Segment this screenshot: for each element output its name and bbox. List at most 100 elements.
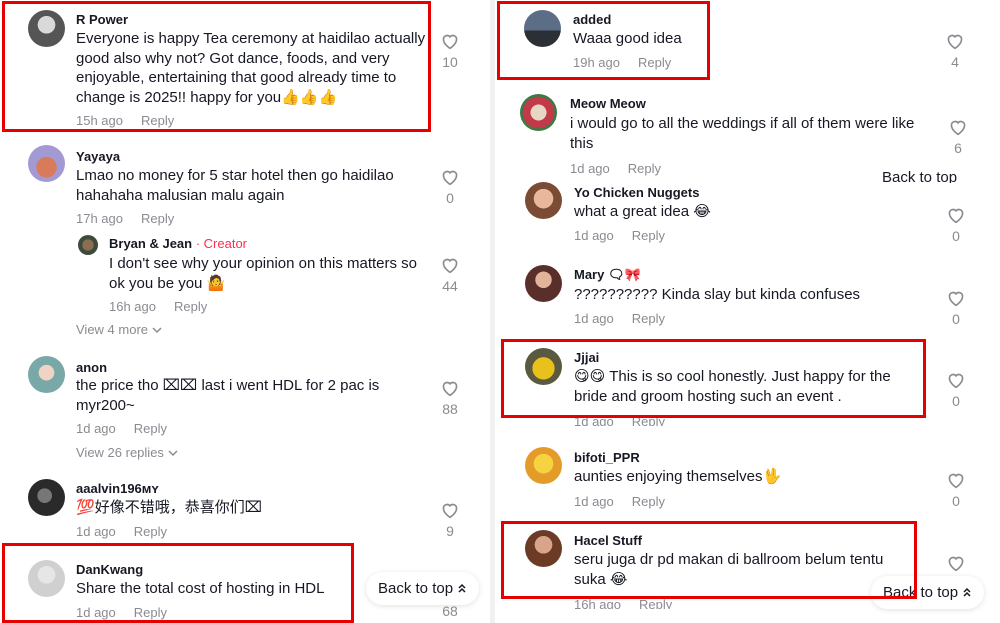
comment-username[interactable]: Yayaya <box>76 149 120 164</box>
comment-username[interactable]: Jjjai <box>574 350 599 365</box>
reply-button[interactable]: Reply <box>632 414 665 426</box>
avatar[interactable] <box>28 356 65 393</box>
comment-username[interactable]: Meow Meow <box>570 96 646 111</box>
like-button[interactable]: 0 <box>944 371 968 409</box>
avatar[interactable] <box>525 182 562 219</box>
comment-text: Everyone is happy Tea ceremony at haidil… <box>76 29 426 107</box>
view-more-replies[interactable]: View 4 more <box>76 322 162 337</box>
reply-button[interactable]: Reply <box>628 161 661 176</box>
vulcan-salute-emoji: 🖖 <box>762 468 782 485</box>
like-button[interactable]: 10 <box>438 32 462 70</box>
reply-button[interactable]: Reply <box>632 228 665 243</box>
comment-time: 15h ago <box>76 113 123 128</box>
chevron-down-icon <box>168 450 178 457</box>
comment-username[interactable]: added <box>573 12 611 27</box>
avatar[interactable] <box>28 479 65 516</box>
reply-button[interactable]: Reply <box>632 311 665 326</box>
reply-button[interactable]: Reply <box>639 597 672 609</box>
back-to-top-button[interactable]: Back to top <box>366 572 480 605</box>
reply-button[interactable]: Reply <box>134 524 167 539</box>
comment-username[interactable]: Yo Chicken Nuggets <box>574 185 699 200</box>
avatar[interactable] <box>78 235 98 255</box>
creator-badge: · Creator <box>195 236 248 251</box>
comment-username[interactable]: Hacel Stuff <box>574 533 642 548</box>
heart-outline-icon <box>948 473 964 489</box>
laughing-emoji: 😂 <box>693 203 711 220</box>
like-button[interactable]: 0 <box>438 168 462 206</box>
comment-username[interactable]: DanKwang <box>76 562 143 577</box>
like-count: 6 <box>954 140 962 156</box>
comment-time: 1d ago <box>574 494 614 509</box>
comment-meta: 1d ago Reply <box>574 228 665 243</box>
comment-text: 💯好像不错哦，恭喜你们⌧ <box>76 498 416 518</box>
avatar[interactable] <box>28 560 65 597</box>
like-button[interactable]: 6 <box>946 118 970 156</box>
avatar[interactable] <box>525 530 562 567</box>
comment-username[interactable]: Bryan & Jean · Creator <box>109 236 247 251</box>
reply-button[interactable]: Reply <box>134 605 167 620</box>
like-button[interactable]: 0 <box>944 471 968 509</box>
comment-username[interactable]: R Power <box>76 12 128 27</box>
comment-time: 17h ago <box>76 211 123 226</box>
comment-meta: 1d ago Reply <box>570 161 661 176</box>
comment-meta: 1d ago Reply <box>76 421 167 436</box>
reply-button[interactable]: Reply <box>141 211 174 226</box>
back-to-top-button[interactable]: Back to top <box>871 576 985 609</box>
like-count: 9 <box>446 523 454 539</box>
like-button[interactable]: 44 <box>438 256 462 294</box>
reply-username[interactable]: Bryan & Jean <box>109 236 192 251</box>
like-button[interactable] <box>944 554 968 572</box>
heart-outline-icon <box>948 208 964 224</box>
comment-meta: 19h ago Reply <box>573 55 671 70</box>
comment-text: Share the total cost of hosting in HDL <box>76 580 325 597</box>
view-more-replies[interactable]: View 26 replies <box>76 445 178 460</box>
back-to-top-label: Back to top <box>883 584 959 601</box>
like-button[interactable]: 9 <box>438 501 462 539</box>
like-count: 44 <box>442 278 458 294</box>
avatar[interactable] <box>525 348 562 385</box>
comment-time: 1d ago <box>76 524 116 539</box>
like-count: 0 <box>446 190 454 206</box>
comment-meta: 16h ago Reply <box>109 299 207 314</box>
thumbs-up-emoji: 👍👍👍 <box>281 88 338 106</box>
comment-text: 😋😋 This is so cool honestly. Just happy … <box>574 367 924 406</box>
comment-time: 1d ago <box>76 605 116 620</box>
reply-button[interactable]: Reply <box>632 494 665 509</box>
comment-meta: 1d ago Reply <box>574 494 665 509</box>
avatar[interactable] <box>520 94 557 131</box>
avatar[interactable] <box>525 447 562 484</box>
like-button[interactable]: 0 <box>944 206 968 244</box>
comment-text: i would go to all the weddings if all of… <box>570 115 915 152</box>
comment-username[interactable]: aaalvin196ᴍʏ <box>76 481 159 496</box>
comment-time: 1d ago <box>574 228 614 243</box>
avatar[interactable] <box>524 10 561 47</box>
like-count: 68 <box>442 603 458 619</box>
avatar[interactable] <box>28 145 65 182</box>
comment-text-body: This is so cool honestly. Just happy for… <box>574 368 891 405</box>
like-button[interactable]: 0 <box>944 289 968 327</box>
comment-username[interactable]: anon <box>76 360 107 375</box>
like-count: 4 <box>951 54 959 70</box>
reply-button[interactable]: Reply <box>638 55 671 70</box>
avatar[interactable] <box>28 10 65 47</box>
like-count: 10 <box>442 54 458 70</box>
hundred-emoji: 💯 <box>76 499 95 516</box>
like-button[interactable]: 4 <box>943 32 967 70</box>
like-count: 0 <box>952 228 960 244</box>
comment-time: 16h ago <box>109 299 156 314</box>
comment-username[interactable]: Mary 🗨🎀 <box>574 267 641 283</box>
comment-meta: 1d ago Reply <box>574 311 665 326</box>
double-chevron-up-icon <box>458 583 466 593</box>
heart-outline-icon <box>948 291 964 307</box>
like-count: 0 <box>952 311 960 327</box>
reply-button[interactable]: Reply <box>134 421 167 436</box>
comment-time: 1d ago <box>570 161 610 176</box>
double-chevron-up-icon <box>963 587 971 597</box>
back-to-top-button[interactable]: Back to top <box>882 169 957 183</box>
reply-button[interactable]: Reply <box>141 113 174 128</box>
like-button[interactable]: 88 <box>438 379 462 417</box>
reply-button[interactable]: Reply <box>174 299 207 314</box>
username-text[interactable]: Mary <box>574 267 604 282</box>
comment-username[interactable]: bifoti_PPR <box>574 450 640 465</box>
avatar[interactable] <box>525 265 562 302</box>
